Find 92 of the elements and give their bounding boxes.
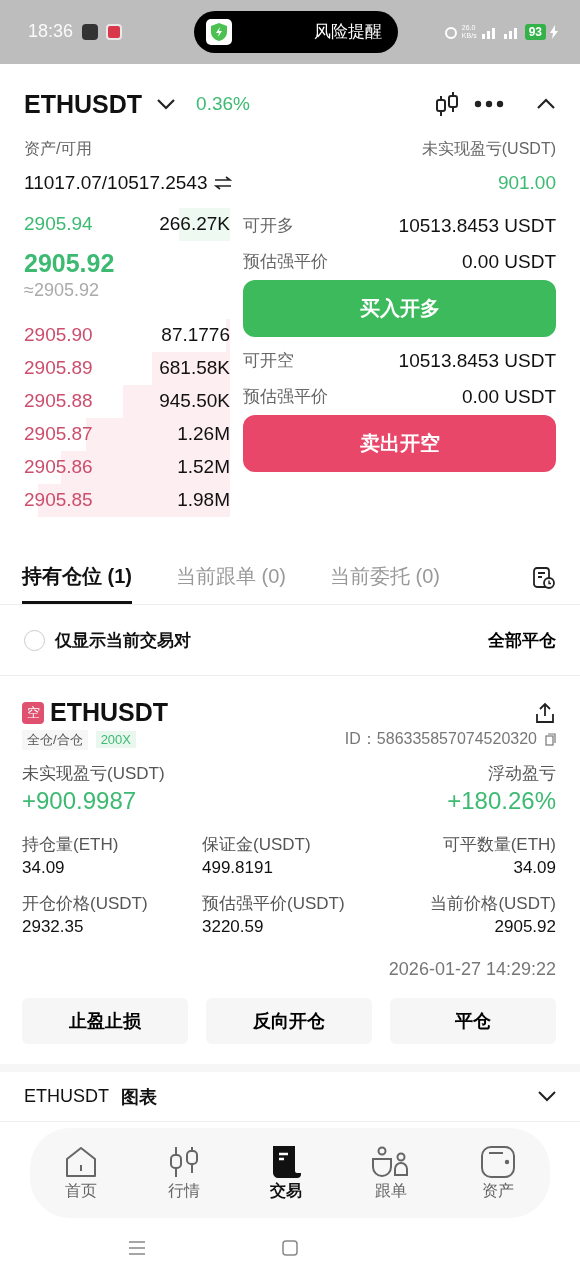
sell-short-button[interactable]: 卖出开空 (243, 414, 556, 472)
order-book-row[interactable]: 2905.85 1.98M (24, 483, 230, 517)
field-value: 34.09 (512, 858, 556, 879)
chart-label[interactable]: 图表 (121, 1084, 157, 1109)
liquidation-value: 0.00 USDT (462, 250, 556, 273)
copy-icon[interactable] (545, 733, 556, 747)
roe-value: +180.26% (447, 787, 556, 816)
ask-price[interactable]: 2905.89 (24, 357, 93, 380)
field-value: 34.09 (22, 858, 66, 879)
clock-time: 18:36 (28, 21, 74, 43)
last-price: 2905.92 (24, 248, 116, 278)
home-icon (64, 1144, 99, 1179)
wallet-icon (479, 1144, 516, 1179)
battery-level: 93 (524, 23, 546, 40)
assets-label: 资产/可用 (24, 138, 93, 159)
home-button-icon[interactable] (282, 1239, 298, 1256)
order-book-row[interactable]: 2905.87 1.26M (24, 417, 230, 451)
ask-amount: 1.26M (177, 423, 230, 446)
symbol-title[interactable]: ETHUSDT (24, 89, 143, 119)
share-icon[interactable] (534, 701, 556, 724)
field-value: 2905.92 (493, 917, 556, 938)
mark-price: ≈2905.92 (24, 279, 100, 301)
leverage-tag: 200X (95, 731, 136, 749)
nav-tab[interactable]: 跟单 (371, 1144, 412, 1202)
ask-price[interactable]: 2905.87 (24, 423, 93, 446)
open-time: 2026-01-27 14:29:22 (387, 959, 556, 981)
more-icon[interactable] (474, 100, 504, 109)
available-value: 10513.8453 USDT (398, 214, 556, 237)
pnl-label: 未实现盈亏(USDT) (22, 763, 165, 786)
app-icon (82, 23, 98, 40)
available-label: 可开多 (243, 215, 294, 238)
nav-tab[interactable]: 交易 (268, 1144, 303, 1202)
nav-tab[interactable]: 资产 (479, 1144, 516, 1202)
shield-icon (206, 18, 232, 45)
ask-price[interactable]: 2905.88 (24, 390, 93, 413)
pnl-value: +900.9987 (22, 787, 138, 816)
field-label: 当前价格(USDT) (429, 893, 556, 916)
app-icon (106, 23, 122, 40)
available-value: 10513.8453 USDT (398, 349, 556, 372)
roe-label: 浮动盈亏 (487, 763, 556, 786)
field-label: 保证金(USDT) (202, 834, 312, 857)
order-book-row[interactable]: 2905.89 681.58K (24, 351, 230, 385)
alert-text: 风险提醒 (314, 21, 382, 44)
field-value: 499.8191 (202, 858, 274, 879)
assets-value: 11017.07/10517.2543 (24, 171, 208, 194)
liquidation-value: 0.00 USDT (462, 385, 556, 408)
field-label: 开仓价格(USDT) (22, 893, 149, 916)
pnl-value: 901.00 (497, 171, 556, 194)
field-label: 持仓量(ETH) (22, 834, 120, 857)
position-action-button[interactable]: 反向开仓 (206, 998, 372, 1045)
chevron-down-icon[interactable] (538, 1091, 556, 1103)
chevron-down-icon[interactable] (156, 98, 177, 111)
side-badge: 空 (22, 701, 44, 724)
field-value: 3220.59 (202, 917, 265, 938)
liquidation-label: 预估强平价 (243, 386, 328, 409)
order-book-row[interactable]: 2905.94 266.27K (24, 207, 230, 241)
position-action-button[interactable]: 止盈止损 (22, 998, 188, 1045)
bid-amount: 266.27K (159, 213, 230, 236)
position-symbol: ETHUSDT (50, 698, 169, 728)
field-value: 2932.35 (22, 917, 85, 938)
position-tab[interactable]: 持有仓位 (1) (22, 552, 132, 605)
pnl-label: 未实现盈亏(USDT) (421, 138, 556, 159)
ask-amount: 1.98M (177, 489, 230, 512)
order-book-row[interactable]: 2905.88 945.50K (24, 384, 230, 418)
order-book-row[interactable]: 2905.90 87.1776 (24, 318, 230, 352)
chevron-up-icon[interactable] (536, 98, 556, 111)
available-label: 可开空 (243, 350, 294, 373)
field-label: 可平数量(ETH) (441, 834, 556, 857)
ask-amount: 1.52M (177, 456, 230, 479)
ask-amount: 681.58K (159, 357, 230, 380)
history-icon[interactable] (532, 566, 556, 591)
ask-amount: 87.1776 (161, 324, 230, 347)
ask-price[interactable]: 2905.85 (24, 489, 93, 512)
order-book-row[interactable]: 2905.86 1.52M (24, 450, 230, 484)
ask-price[interactable]: 2905.90 (24, 324, 93, 347)
charging-icon (550, 24, 558, 39)
position-id: ID：586335857074520320 (344, 729, 537, 750)
nav-tab[interactable]: 首页 (64, 1144, 99, 1202)
field-label: 预估强平价(USDT) (202, 893, 346, 916)
ask-price[interactable]: 2905.86 (24, 456, 93, 479)
margin-mode-tag: 全仓/合仓 (22, 729, 88, 750)
swap-icon[interactable] (213, 175, 232, 190)
nav-tab[interactable]: 行情 (166, 1144, 201, 1202)
liquidation-label: 预估强平价 (243, 251, 328, 274)
position-action-button[interactable]: 平仓 (390, 998, 556, 1045)
candlestick-icon[interactable] (434, 90, 460, 119)
alert-pill[interactable]: 风险提醒 (194, 10, 398, 53)
filter-label[interactable]: 仅显示当前交易对 (55, 628, 191, 652)
chart-symbol[interactable]: ETHUSDT (24, 1086, 109, 1108)
price-change: 0.36% (196, 93, 250, 116)
close-all-button[interactable]: 全部平仓 (488, 628, 556, 652)
ask-amount: 945.50K (159, 390, 230, 413)
